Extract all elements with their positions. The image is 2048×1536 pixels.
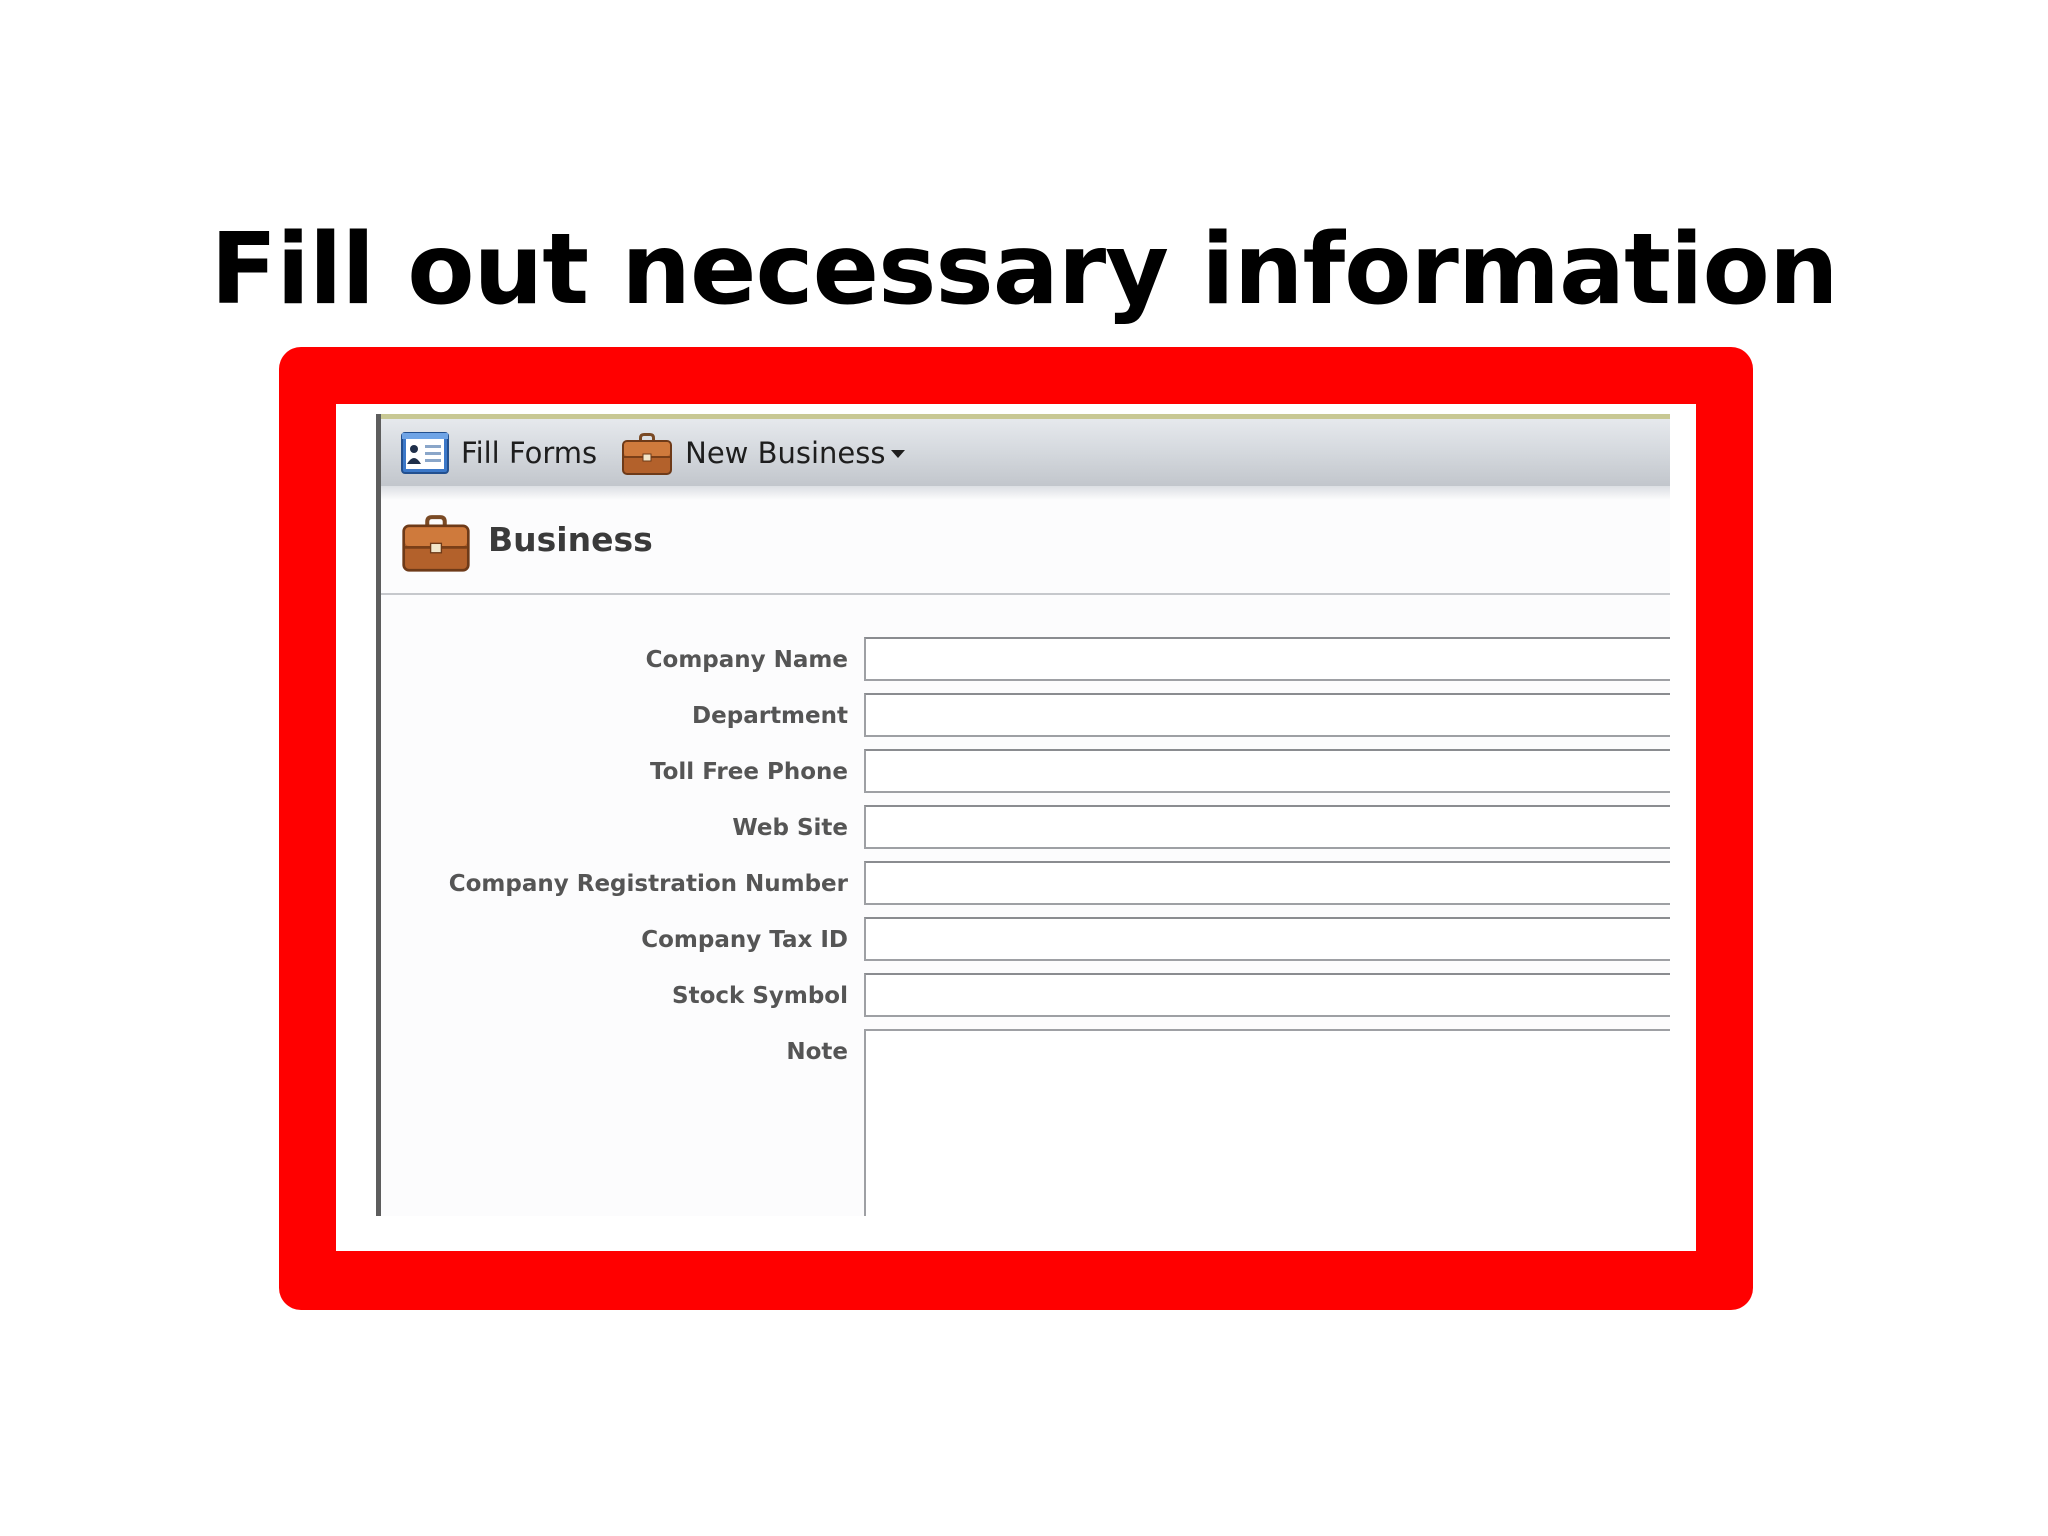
- briefcase-icon: [402, 515, 470, 572]
- form-row-stock-symbol: Stock Symbol: [381, 973, 1670, 1019]
- toll-free-phone-input[interactable]: [864, 749, 1670, 793]
- new-business-label: New Business: [685, 435, 886, 470]
- screenshot-area: Fill Forms New Business Business Company…: [336, 404, 1696, 1251]
- forms-icon: [401, 431, 449, 474]
- department-input[interactable]: [864, 693, 1670, 737]
- company-name-label: Company Name: [645, 647, 848, 673]
- toll-free-phone-label: Toll Free Phone: [649, 759, 848, 785]
- form-row-note: Note: [381, 1029, 1670, 1216]
- company-registration-number-label: Company Registration Number: [448, 871, 848, 897]
- form-row-company-name: Company Name: [381, 637, 1670, 683]
- stock-symbol-input[interactable]: [864, 973, 1670, 1017]
- web-site-input[interactable]: [864, 805, 1670, 849]
- chevron-down-icon: [891, 449, 906, 458]
- form-row-web-site: Web Site: [381, 805, 1670, 851]
- department-label: Department: [692, 703, 848, 729]
- section-header: Business: [381, 500, 1670, 595]
- company-tax-id-input[interactable]: [864, 917, 1670, 961]
- company-registration-number-input[interactable]: [864, 861, 1670, 905]
- app-window: Fill Forms New Business Business Company…: [376, 414, 1670, 1216]
- highlight-frame: Fill Forms New Business Business Company…: [279, 347, 1753, 1310]
- section-title: Business: [488, 520, 653, 559]
- company-tax-id-label: Company Tax ID: [641, 927, 848, 953]
- note-textarea[interactable]: [864, 1029, 1670, 1216]
- window-edge-handle: [376, 1154, 381, 1216]
- form-row-company-tax-id: Company Tax ID: [381, 917, 1670, 963]
- toolbar: Fill Forms New Business: [381, 414, 1670, 486]
- form-row-department: Department: [381, 693, 1670, 739]
- company-name-input[interactable]: [864, 637, 1670, 681]
- toolbar-shadow: [381, 486, 1670, 500]
- form-row-company-registration-number: Company Registration Number: [381, 861, 1670, 907]
- briefcase-icon: [622, 432, 673, 475]
- web-site-label: Web Site: [732, 815, 848, 841]
- stock-symbol-label: Stock Symbol: [672, 983, 848, 1009]
- slide-title: Fill out necessary information: [210, 213, 1838, 327]
- new-business-dropdown[interactable]: New Business: [621, 419, 906, 486]
- form-row-toll-free-phone: Toll Free Phone: [381, 749, 1670, 795]
- note-label: Note: [786, 1039, 848, 1065]
- fill-forms-label: Fill Forms: [461, 435, 598, 470]
- fill-forms-button[interactable]: Fill Forms: [401, 419, 597, 486]
